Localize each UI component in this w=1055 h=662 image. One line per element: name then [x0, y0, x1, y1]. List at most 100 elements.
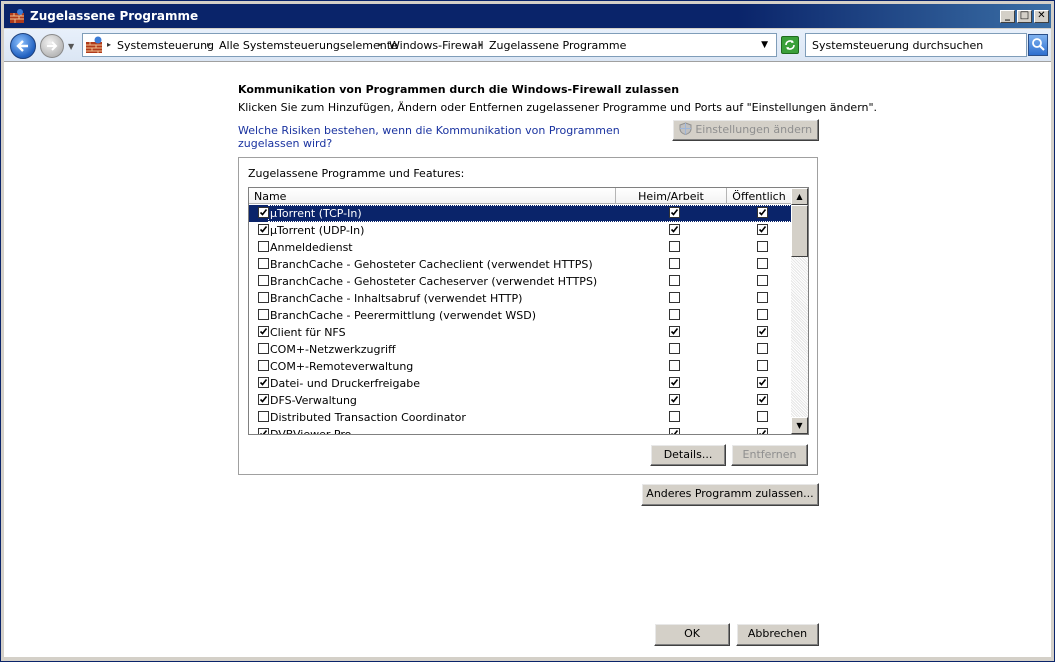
enable-checkbox[interactable] [258, 360, 269, 371]
private-checkbox[interactable] [669, 428, 680, 434]
public-checkbox[interactable] [757, 207, 768, 218]
private-checkbox[interactable] [669, 326, 680, 337]
scroll-thumb[interactable] [791, 205, 808, 257]
column-header-private[interactable]: Heim/Arbeit (Privat) [616, 188, 727, 216]
details-button[interactable]: Details... [650, 444, 726, 466]
private-checkbox[interactable] [669, 258, 680, 269]
private-checkbox[interactable] [669, 207, 680, 218]
chevron-down-icon[interactable]: ▼ [761, 40, 768, 50]
private-checkbox[interactable] [669, 394, 680, 405]
private-checkbox[interactable] [669, 360, 680, 371]
program-name: Anmeldedienst [270, 241, 353, 254]
enable-checkbox[interactable] [258, 241, 269, 252]
table-row[interactable]: BranchCache - Gehosteter Cacheserver (ve… [249, 273, 792, 290]
enable-checkbox[interactable] [258, 258, 269, 269]
public-checkbox[interactable] [757, 411, 768, 422]
chevron-icon[interactable]: ▸ [107, 40, 111, 49]
checkmark-icon [671, 430, 679, 434]
public-checkbox[interactable] [757, 275, 768, 286]
private-checkbox[interactable] [669, 292, 680, 303]
enable-checkbox[interactable] [258, 275, 269, 286]
allow-another-program-button[interactable]: Anderes Programm zulassen... [641, 483, 819, 506]
breadcrumb-item[interactable]: Windows-Firewall [389, 39, 484, 52]
checkmark-icon [259, 328, 268, 335]
private-checkbox[interactable] [669, 343, 680, 354]
public-checkbox[interactable] [757, 326, 768, 337]
cancel-button[interactable]: Abbrechen [736, 623, 819, 646]
enable-checkbox[interactable] [258, 309, 269, 320]
table-row[interactable]: BranchCache - Gehosteter Cacheclient (ve… [249, 256, 792, 273]
private-checkbox[interactable] [669, 309, 680, 320]
close-button[interactable]: ✕ [1034, 10, 1049, 23]
group-label: Zugelassene Programme und Features: [248, 167, 465, 180]
table-row[interactable]: µTorrent (TCP-In) [249, 205, 792, 222]
public-checkbox[interactable] [757, 394, 768, 405]
breadcrumb-item[interactable]: Alle Systemsteuerungselemente [219, 39, 398, 52]
enable-checkbox[interactable] [258, 326, 269, 337]
page-title: Kommunikation von Programmen durch die W… [238, 83, 680, 96]
enable-checkbox[interactable] [258, 207, 269, 218]
breadcrumb[interactable]: ▸ Systemsteuerung ▸ Alle Systemsteuerung… [82, 33, 777, 57]
table-row[interactable]: DVBViewer Pro [249, 426, 792, 434]
risks-help-link[interactable]: Welche Risiken bestehen, wenn die Kommun… [238, 124, 638, 150]
public-checkbox[interactable] [757, 292, 768, 303]
private-checkbox[interactable] [669, 377, 680, 388]
search-input[interactable]: Systemsteuerung durchsuchen [805, 33, 1027, 57]
ok-button[interactable]: OK [654, 623, 730, 646]
programs-list[interactable]: Name Heim/Arbeit (Privat) Öffentlich µTo… [248, 187, 809, 435]
checkmark-icon [758, 396, 767, 403]
chevron-icon[interactable]: ▸ [479, 40, 483, 49]
checkmark-icon [758, 226, 767, 233]
table-row[interactable]: DFS-Verwaltung [249, 392, 792, 409]
private-checkbox[interactable] [669, 275, 680, 286]
table-row[interactable]: Client für NFS [249, 324, 792, 341]
private-checkbox[interactable] [669, 224, 680, 235]
public-checkbox[interactable] [757, 377, 768, 388]
enable-checkbox[interactable] [258, 428, 269, 434]
checkmark-icon [759, 430, 767, 434]
table-row[interactable]: Distributed Transaction Coordinator [249, 409, 792, 426]
remove-button[interactable]: Entfernen [731, 444, 808, 466]
table-row[interactable]: Datei- und Druckerfreigabe [249, 375, 792, 392]
column-header-public[interactable]: Öffentlich [727, 188, 792, 204]
table-row[interactable]: Anmeldedienst [249, 239, 792, 256]
history-dropdown-icon[interactable]: ▼ [68, 42, 74, 51]
enable-checkbox[interactable] [258, 292, 269, 303]
back-button[interactable] [10, 33, 36, 59]
checkmark-icon [670, 328, 679, 335]
public-checkbox[interactable] [757, 224, 768, 235]
enable-checkbox[interactable] [258, 377, 269, 388]
public-checkbox[interactable] [757, 241, 768, 252]
public-checkbox[interactable] [757, 360, 768, 371]
refresh-button[interactable] [781, 36, 799, 54]
column-header-name[interactable]: Name [249, 188, 616, 204]
scroll-up-button[interactable]: ▲ [791, 188, 808, 205]
table-row[interactable]: µTorrent (UDP-In) [249, 222, 792, 239]
table-row[interactable]: COM+-Netzwerkzugriff [249, 341, 792, 358]
enable-checkbox[interactable] [258, 224, 269, 235]
table-row[interactable]: BranchCache - Peerermittlung (verwendet … [249, 307, 792, 324]
enable-checkbox[interactable] [258, 411, 269, 422]
maximize-button[interactable]: □ [1017, 10, 1032, 23]
change-settings-button[interactable]: Einstellungen ändern [672, 119, 819, 141]
forward-button[interactable] [40, 34, 64, 58]
enable-checkbox[interactable] [258, 343, 269, 354]
public-checkbox[interactable] [757, 428, 768, 434]
table-row[interactable]: COM+-Remoteverwaltung [249, 358, 792, 375]
chevron-icon[interactable]: ▸ [207, 40, 211, 49]
scroll-down-button[interactable]: ▼ [791, 417, 808, 434]
refresh-icon [785, 40, 795, 50]
vertical-scrollbar[interactable]: ▲ ▼ [791, 188, 808, 434]
enable-checkbox[interactable] [258, 394, 269, 405]
private-checkbox[interactable] [669, 241, 680, 252]
public-checkbox[interactable] [757, 343, 768, 354]
minimize-button[interactable]: _ [1000, 10, 1015, 23]
search-button[interactable] [1028, 34, 1048, 56]
public-checkbox[interactable] [757, 258, 768, 269]
breadcrumb-item[interactable]: Zugelassene Programme [489, 39, 626, 52]
chevron-icon[interactable]: ▸ [378, 40, 382, 49]
private-checkbox[interactable] [669, 411, 680, 422]
table-row[interactable]: BranchCache - Inhaltsabruf (verwendet HT… [249, 290, 792, 307]
public-checkbox[interactable] [757, 309, 768, 320]
breadcrumb-item[interactable]: Systemsteuerung [117, 39, 214, 52]
